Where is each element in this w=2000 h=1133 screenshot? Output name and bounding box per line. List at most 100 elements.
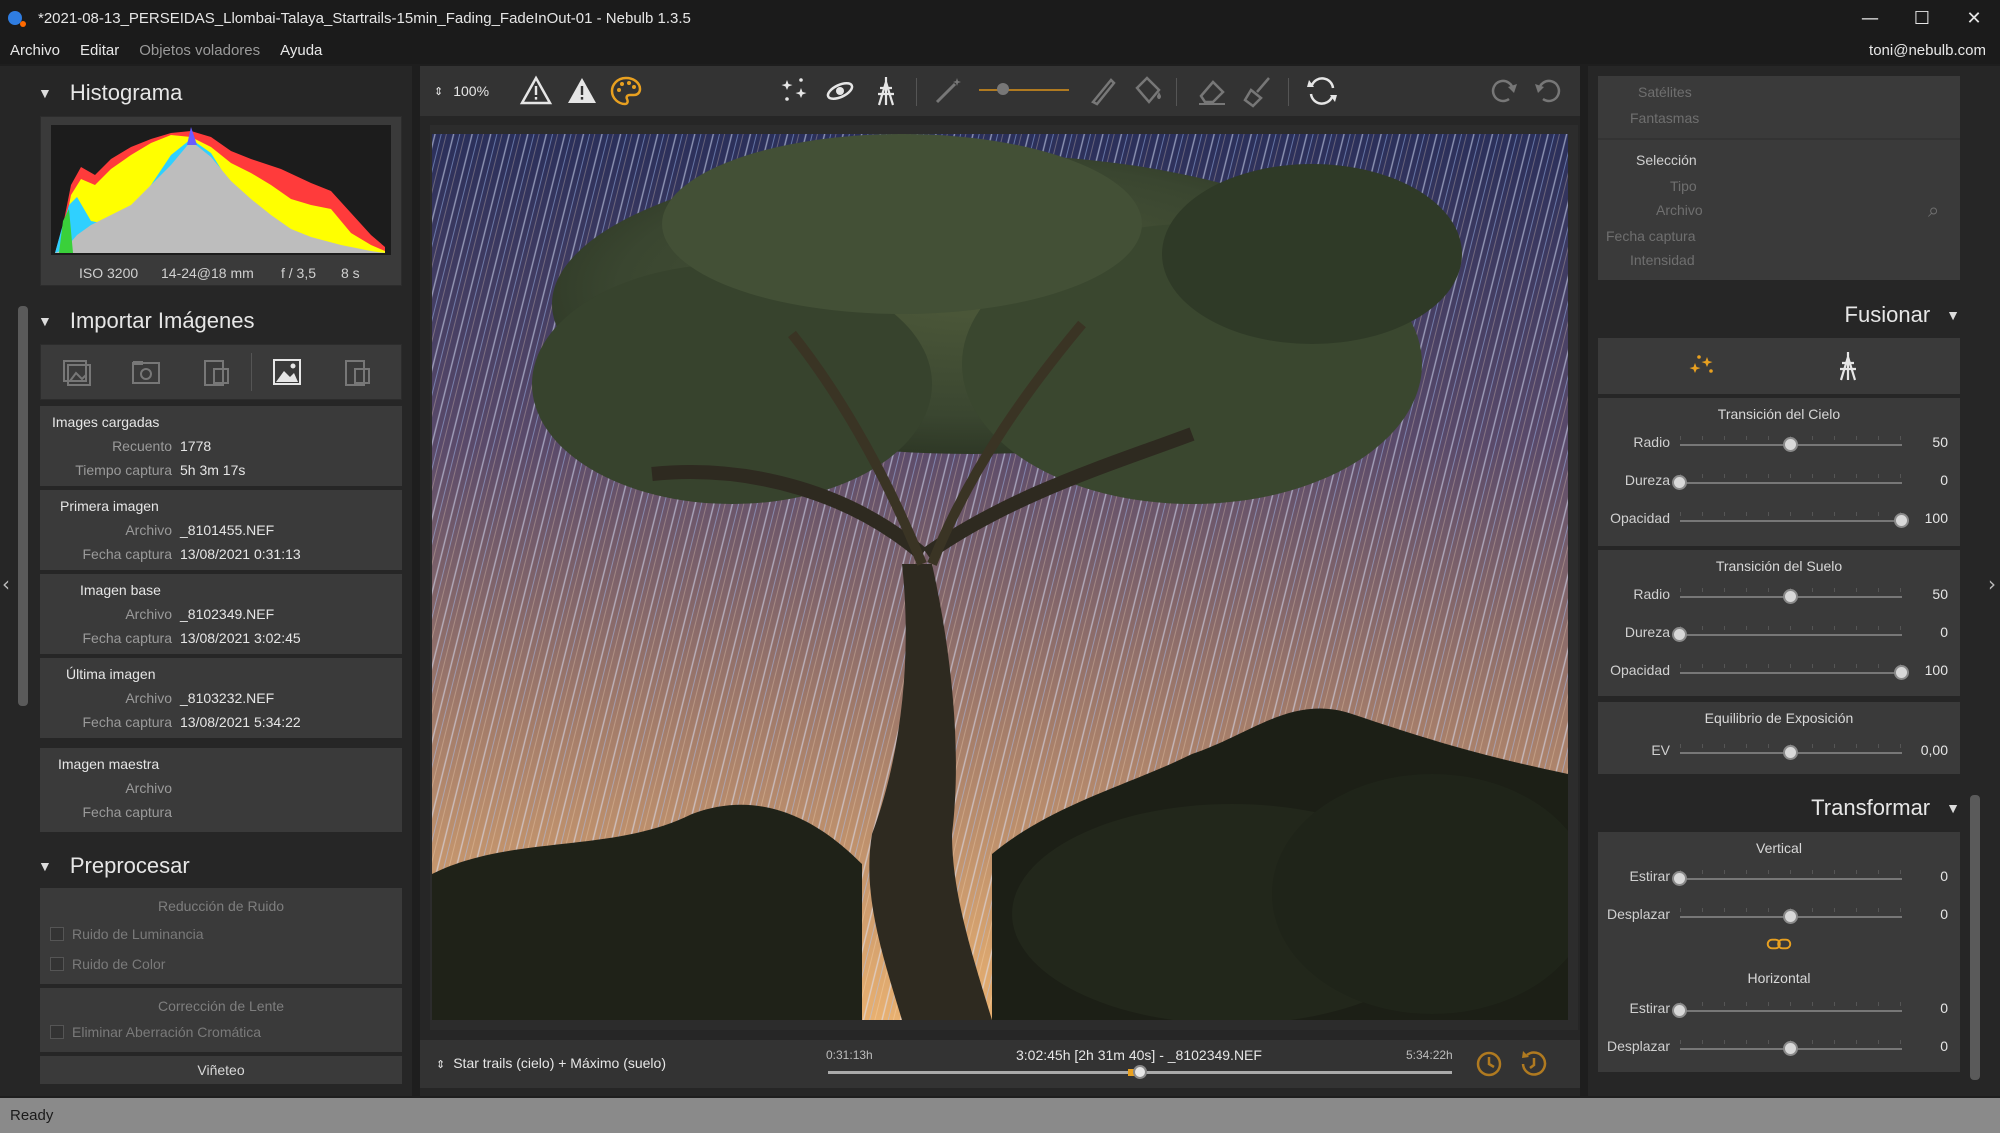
slider-knob[interactable]: [1672, 871, 1687, 886]
zoom-to-object-icon[interactable]: ⌕: [1928, 200, 1939, 223]
first-date-value: 13/08/2021 0:31:13: [180, 546, 301, 562]
warning-outline-button[interactable]: [514, 66, 558, 116]
base-date-value: 13/08/2021 3:02:45: [180, 630, 301, 646]
vertical-shift-slider[interactable]: Desplazar 0: [1598, 904, 1960, 928]
minimize-button[interactable]: —: [1844, 0, 1896, 36]
base-date-label: Fecha captura: [82, 630, 173, 646]
sky-merge-button[interactable]: [1680, 338, 1724, 394]
startrails-image: [432, 134, 1568, 1020]
color-noise-checkbox[interactable]: Ruido de Color: [50, 956, 165, 972]
slider-knob[interactable]: [1783, 589, 1798, 604]
collapse-triangle-icon: ▼: [38, 858, 52, 874]
sky-opacity-slider[interactable]: Opacidad 100: [1598, 508, 1960, 532]
time-reset-button[interactable]: [1512, 1040, 1556, 1088]
close-button[interactable]: ✕: [1948, 0, 2000, 36]
slider-knob[interactable]: [1894, 513, 1909, 528]
slider-knob[interactable]: [1783, 745, 1798, 760]
transform-header[interactable]: Transformar ▼: [1811, 795, 1960, 821]
master-image-button[interactable]: [252, 344, 322, 400]
meteor-tool-button[interactable]: [818, 66, 862, 116]
magic-wand-button[interactable]: [926, 66, 970, 116]
zoom-selector[interactable]: ⇕ 100%: [434, 66, 489, 116]
menu-editar[interactable]: Editar: [70, 42, 129, 59]
startrails-photo[interactable]: [432, 134, 1568, 1020]
landscape-icon: [273, 359, 301, 385]
clock-back-icon: [1521, 1051, 1547, 1076]
slider-knob[interactable]: [1783, 1041, 1798, 1056]
ev-slider[interactable]: EV 0,00: [1598, 740, 1960, 764]
magic-wand-icon: [935, 78, 961, 104]
collapse-left-icon[interactable]: ‹: [2, 572, 10, 596]
clock-forward-icon: [1476, 1051, 1502, 1077]
timeline-handle[interactable]: [1133, 1065, 1147, 1079]
brush-size-knob[interactable]: [997, 83, 1009, 95]
first-image-block: Primera imagen Archivo _8101455.NEF Fech…: [40, 490, 402, 570]
tower-tool-button[interactable]: [864, 66, 908, 116]
timeline-end: 5:34:22h: [1406, 1048, 1453, 1062]
flying-objects-panel: Satélites Fantasmas Selección Tipo Archi…: [1598, 76, 1960, 280]
slider-knob[interactable]: [1672, 627, 1687, 642]
satellites-label[interactable]: Satélites: [1638, 84, 1692, 100]
brush-size-slider[interactable]: [976, 66, 1072, 116]
blend-mode-selector[interactable]: ⇕ Star trails (cielo) + Máximo (suelo): [436, 1055, 666, 1071]
chromatic-aberration-checkbox[interactable]: Eliminar Aberración Cromática: [50, 1024, 261, 1040]
menu-ayuda[interactable]: Ayuda: [270, 42, 332, 59]
merge-header[interactable]: Fusionar ▼: [1845, 302, 1960, 328]
warning-filled-button[interactable]: [560, 66, 604, 116]
import-header[interactable]: ▼ Importar Imágenes: [38, 308, 255, 334]
first-date-label: Fecha captura: [82, 546, 173, 562]
horizontal-shift-slider[interactable]: Desplazar 0: [1598, 1036, 1960, 1060]
menu-objetos-voladores[interactable]: Objetos voladores: [129, 42, 270, 59]
color-palette-button[interactable]: [604, 66, 648, 116]
vertical-stretch-slider[interactable]: Estirar 0: [1598, 866, 1960, 890]
ghosts-label[interactable]: Fantasmas: [1630, 110, 1699, 126]
brush-button[interactable]: [1080, 66, 1124, 116]
brush-icon: [1091, 78, 1116, 106]
histogram-header[interactable]: ▼ Histograma: [38, 80, 182, 106]
right-scrollbar[interactable]: [1970, 795, 1980, 1080]
slider-knob[interactable]: [1672, 475, 1687, 490]
base-heading: Imagen base: [80, 582, 161, 598]
ground-radius-slider[interactable]: Radio 50: [1598, 584, 1960, 608]
collapse-right-icon[interactable]: ›: [1988, 572, 1996, 596]
ground-hardness-slider[interactable]: Dureza 0: [1598, 622, 1960, 646]
vignette-panel[interactable]: Viñeteo: [40, 1056, 402, 1084]
import-clipboard-button[interactable]: [181, 344, 251, 400]
timeline-slider[interactable]: [828, 1065, 1452, 1079]
redo-button[interactable]: [1482, 66, 1526, 116]
import-images-button[interactable]: [41, 344, 111, 400]
horizontal-stretch-slider[interactable]: Estirar 0: [1598, 998, 1960, 1022]
refresh-button[interactable]: [1300, 66, 1344, 116]
slider-knob[interactable]: [1672, 1003, 1687, 1018]
time-start-button[interactable]: [1468, 1040, 1512, 1088]
clear-button[interactable]: [1236, 66, 1280, 116]
slider-knob[interactable]: [1894, 665, 1909, 680]
first-heading: Primera imagen: [60, 498, 159, 514]
slider-knob[interactable]: [1783, 437, 1798, 452]
fill-button[interactable]: [1126, 66, 1170, 116]
comet-icon: [826, 82, 854, 100]
clipboard-icon: [345, 360, 370, 386]
luminance-noise-checkbox[interactable]: Ruido de Luminancia: [50, 926, 204, 942]
undo-button[interactable]: [1526, 66, 1570, 116]
first-file-value: _8101455.NEF: [180, 522, 275, 538]
master-clipboard-button[interactable]: [322, 344, 392, 400]
ground-merge-button[interactable]: [1826, 338, 1870, 394]
slider-knob[interactable]: [1783, 909, 1798, 924]
eraser-button[interactable]: [1190, 66, 1234, 116]
maximize-button[interactable]: ☐: [1896, 0, 1948, 36]
preprocess-header[interactable]: ▼ Preprocesar: [38, 853, 190, 879]
stars-tool-button[interactable]: [772, 66, 816, 116]
user-account[interactable]: toni@nebulb.com: [1869, 42, 1986, 59]
master-file-label: Archivo: [125, 780, 172, 796]
sky-radius-slider[interactable]: Radio 50: [1598, 432, 1960, 456]
import-folder-button[interactable]: [111, 344, 181, 400]
zoom-value: 100%: [453, 83, 490, 99]
intensity-label: Intensidad: [1630, 252, 1695, 268]
link-toggle-button[interactable]: [1764, 934, 1794, 954]
menu-archivo[interactable]: Archivo: [0, 42, 70, 59]
left-scrollbar[interactable]: [18, 306, 28, 706]
sky-hardness-slider[interactable]: Dureza 0: [1598, 470, 1960, 494]
last-heading: Última imagen: [66, 666, 156, 682]
ground-opacity-slider[interactable]: Opacidad 100: [1598, 660, 1960, 684]
